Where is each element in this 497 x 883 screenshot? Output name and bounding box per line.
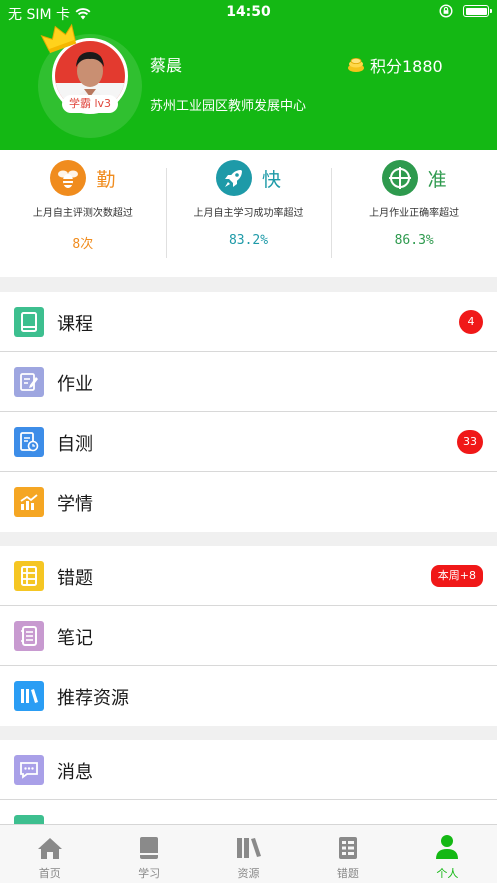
tab-study[interactable]: 学习 (99, 825, 198, 883)
menu-item-notes[interactable]: 笔记 (0, 606, 497, 666)
menu-group-misc: 消息 (0, 740, 497, 824)
tab-resources[interactable]: 资源 (199, 825, 298, 883)
notification-badge: 33 (457, 430, 483, 454)
menu-item-messages[interactable]: 消息 (0, 740, 497, 800)
stat-value: 83.2% (228, 233, 269, 248)
points-label: 积分1880 (370, 57, 443, 76)
user-organization: 苏州工业园区教师发展中心 (150, 99, 307, 114)
battery-icon (463, 5, 492, 17)
tab-label: 学习 (138, 867, 161, 880)
status-time: 14:50 (226, 4, 271, 20)
orientation-lock-icon (439, 4, 453, 18)
edit-icon (14, 367, 44, 397)
chart-icon (14, 487, 44, 517)
library-icon (14, 681, 44, 711)
weekly-count-badge: 本周+8 (430, 565, 483, 587)
tab-mistakes[interactable]: 错题 (298, 825, 397, 883)
menu-partial-icon (14, 815, 44, 824)
menu-item-course[interactable]: 课程 4 (0, 292, 497, 352)
stat-value: 86.3% (394, 233, 434, 248)
home-icon (37, 838, 62, 859)
stat-value: 8次 (72, 237, 94, 252)
menu-item-mistakes[interactable]: 错题 本周+8 (0, 546, 497, 606)
menu-label: 消息 (57, 762, 93, 783)
target-icon (381, 160, 418, 196)
notification-badge: 4 (459, 310, 483, 334)
status-bar: 无 SIM 卡 14:50 (0, 0, 497, 26)
list-icon (338, 837, 357, 859)
list-icon (14, 561, 44, 591)
person-icon (436, 835, 459, 859)
menu-item-selftest[interactable]: 自测 33 (0, 412, 497, 472)
menu-label: 自测 (57, 434, 93, 455)
menu-label: 学情 (57, 494, 93, 515)
menu-item-progress[interactable]: 学情 (0, 472, 497, 532)
tab-label: 错题 (336, 867, 359, 880)
stat-char: 准 (427, 168, 447, 191)
tab-label: 资源 (237, 867, 260, 880)
stat-description: 上月自主学习成功率超过 (193, 208, 304, 219)
profile-header: 无 SIM 卡 14:50 学霸 lv3 蔡晨 苏州工业园区教师发展中心 积分1… (0, 0, 497, 150)
tab-bar: 首页 学习 资源 错题 个人 (0, 824, 497, 883)
rocket-icon (216, 160, 252, 196)
menu-label: 课程 (57, 314, 93, 335)
menu-item-homework[interactable]: 作业 (0, 352, 497, 412)
menu-group-review: 错题 本周+8 笔记 推荐资源 (0, 546, 497, 726)
level-badge: 学霸 lv3 (62, 95, 118, 113)
notebook-icon (14, 621, 44, 651)
library-icon (236, 838, 261, 858)
stats-panel: 勤 上月自主评测次数超过 8次 快 上月自主学习成功率超过 83.2% 准 上月… (0, 150, 497, 277)
points-display[interactable]: 积分1880 (347, 53, 443, 77)
menu-label: 笔记 (57, 628, 93, 649)
tab-label: 个人 (436, 867, 459, 880)
stat-accurate: 准 上月作业正确率超过 86.3% (331, 150, 497, 277)
bee-icon (50, 160, 87, 196)
message-icon (14, 755, 44, 785)
tab-home[interactable]: 首页 (0, 825, 99, 883)
book-icon (140, 837, 159, 859)
menu-label: 推荐资源 (57, 688, 129, 709)
stat-description: 上月作业正确率超过 (369, 208, 460, 219)
stat-fast: 快 上月自主学习成功率超过 83.2% (165, 150, 332, 277)
menu-item-resources[interactable]: 推荐资源 (0, 666, 497, 726)
menu-item-partial[interactable] (0, 800, 497, 824)
test-clock-icon (14, 427, 44, 457)
coin-icon (348, 58, 364, 72)
stat-description: 上月自主评测次数超过 (32, 208, 133, 219)
book-icon (14, 307, 44, 337)
tab-profile[interactable]: 个人 (398, 825, 497, 883)
stat-char: 勤 (96, 168, 116, 191)
stat-char: 快 (262, 168, 282, 191)
user-name: 蔡晨 (150, 56, 183, 75)
tab-label: 首页 (38, 867, 61, 880)
menu-group-learning: 课程 4 作业 自测 33 学情 (0, 292, 497, 532)
menu-label: 作业 (57, 374, 93, 395)
menu-label: 错题 (57, 568, 93, 589)
stat-diligent: 勤 上月自主评测次数超过 8次 (0, 150, 166, 277)
